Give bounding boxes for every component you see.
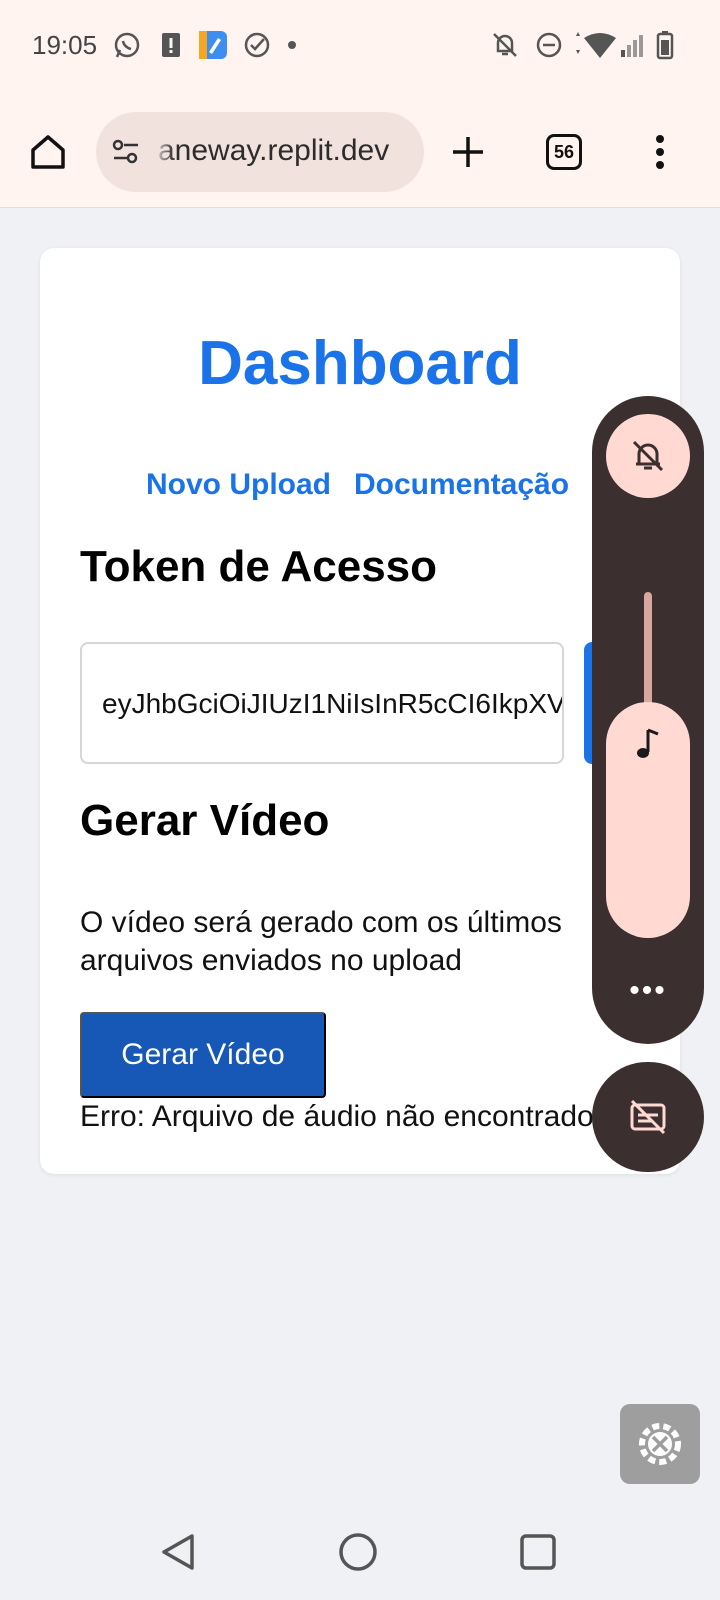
- tab-switcher-button[interactable]: 56: [536, 124, 592, 180]
- system-nav-bar: [0, 1500, 720, 1600]
- home-button[interactable]: [20, 124, 76, 180]
- token-heading: Token de Acesso: [80, 542, 438, 591]
- do-not-disturb-icon: [536, 32, 562, 58]
- nav-link-docs[interactable]: Documentação: [354, 468, 569, 502]
- video-description: O vídeo será gerado com os últimos arqui…: [80, 906, 562, 977]
- dot-icon: [288, 41, 296, 49]
- url-text: aneway.replit.dev: [158, 134, 390, 167]
- ringer-mode-button[interactable]: [606, 414, 690, 498]
- alert-icon: [162, 33, 180, 57]
- video-heading: Gerar Vídeo: [80, 796, 330, 845]
- dashboard-card: Dashboard Novo Upload Documentação Token…: [40, 248, 680, 1174]
- status-bar: 19:05: [0, 0, 720, 96]
- live-caption-button[interactable]: [592, 1062, 704, 1172]
- captions-off-icon: [630, 1099, 666, 1135]
- generate-video-button[interactable]: Gerar Vídeo: [80, 1012, 326, 1098]
- address-bar[interactable]: aneway.replit.dev: [96, 112, 424, 192]
- menu-button[interactable]: [632, 124, 688, 180]
- error-message: Erro: Arquivo de áudio não encontrado: [80, 1100, 594, 1133]
- music-note-icon: [637, 728, 659, 758]
- site-settings-icon[interactable]: [110, 136, 142, 168]
- nav-link-upload[interactable]: Novo Upload: [146, 468, 331, 502]
- volume-panel: •••: [592, 396, 704, 1044]
- notifications-off-icon: [493, 33, 517, 57]
- token-input[interactable]: eyJhbGciOiJIUzI1NiIsInR5cCI6IkpXVCJ9: [80, 642, 564, 764]
- notifications-off-icon: [632, 440, 664, 472]
- new-tab-button[interactable]: [440, 124, 496, 180]
- browser-toolbar: aneway.replit.dev 56: [0, 96, 720, 208]
- floating-tools-button[interactable]: [620, 1404, 700, 1484]
- whatsapp-icon: [114, 32, 140, 58]
- wifi-icon: [576, 32, 616, 58]
- tab-count: 56: [546, 134, 582, 170]
- token-value: eyJhbGciOiJIUzI1NiIsInR5cCI6IkpXVCJ9: [102, 688, 564, 719]
- home-nav-button[interactable]: [336, 1530, 380, 1574]
- volume-slider[interactable]: [606, 702, 690, 938]
- gear-tools-icon: [639, 1423, 681, 1465]
- check-circle-icon: [244, 32, 270, 58]
- notes-app-icon: [199, 31, 227, 59]
- recents-button[interactable]: [516, 1530, 560, 1574]
- battery-icon: [656, 31, 674, 60]
- back-button[interactable]: [156, 1530, 200, 1574]
- page-title: Dashboard: [198, 329, 522, 398]
- signal-icon: [621, 35, 643, 57]
- volume-more-button[interactable]: •••: [592, 974, 704, 1008]
- status-time: 19:05: [32, 30, 98, 60]
- more-vert-icon: [656, 135, 664, 169]
- home-icon: [31, 135, 65, 169]
- plus-icon: [453, 137, 483, 167]
